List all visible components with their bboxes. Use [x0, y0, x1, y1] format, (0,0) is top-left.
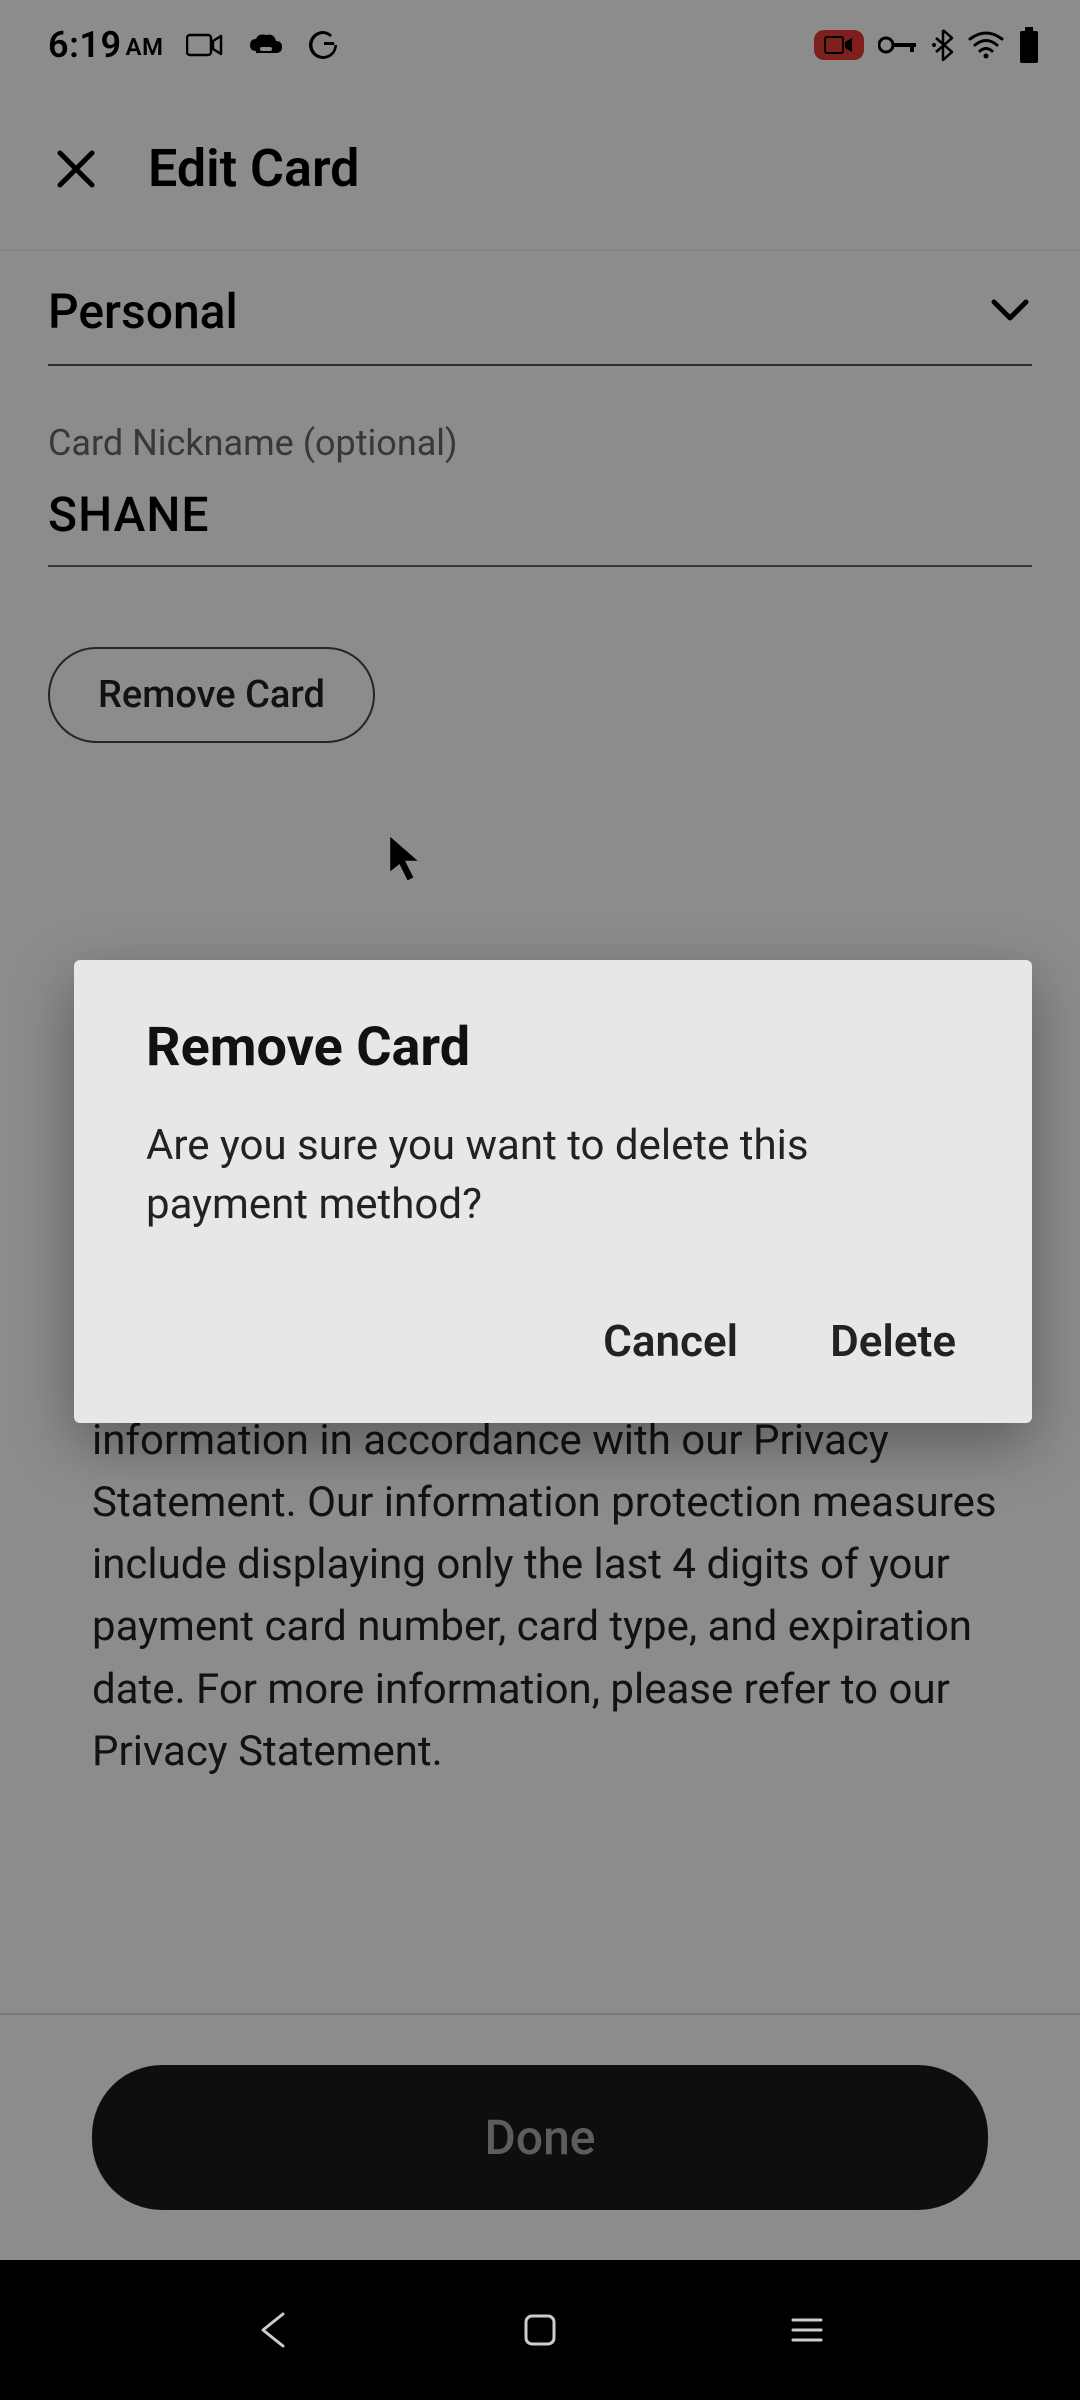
- close-icon: [54, 147, 98, 191]
- vpn-key-icon: [878, 34, 918, 56]
- nickname-input[interactable]: [48, 476, 1032, 567]
- menu-icon: [789, 2315, 825, 2345]
- card-type-dropdown[interactable]: Personal: [48, 261, 1032, 366]
- home-icon: [522, 2312, 558, 2348]
- form-area: Personal Card Nickname (optional) Remove…: [0, 251, 1080, 743]
- recent-button[interactable]: [777, 2300, 837, 2360]
- back-icon: [255, 2310, 291, 2350]
- cursor-icon: [385, 830, 429, 892]
- dialog-actions: Cancel Delete: [146, 1315, 960, 1383]
- bluetooth-icon: [932, 28, 954, 62]
- card-type-value: Personal: [48, 283, 238, 340]
- page-title: Edit Card: [148, 138, 359, 199]
- privacy-text: information in accordance with our Priva…: [92, 1410, 1022, 1783]
- status-time: 6:19AM: [48, 24, 164, 66]
- header: Edit Card: [0, 90, 1080, 249]
- time-value: 6:19: [48, 24, 122, 66]
- remove-card-button[interactable]: Remove Card: [48, 647, 375, 743]
- status-right: [814, 27, 1040, 63]
- cloud-icon: [246, 31, 284, 59]
- chevron-down-icon: [988, 296, 1032, 328]
- time-ampm: AM: [126, 33, 164, 61]
- system-nav-bar: [0, 2260, 1080, 2400]
- home-button[interactable]: [510, 2300, 570, 2360]
- cancel-button[interactable]: Cancel: [603, 1315, 738, 1367]
- footer: Done: [0, 2013, 1080, 2260]
- dialog-title: Remove Card: [146, 1016, 960, 1079]
- remove-card-dialog: Remove Card Are you sure you want to del…: [74, 960, 1032, 1423]
- status-bar: 6:19AM: [0, 0, 1080, 90]
- delete-button[interactable]: Delete: [830, 1315, 956, 1367]
- close-button[interactable]: [48, 141, 104, 197]
- dialog-message: Are you sure you want to delete this pay…: [146, 1117, 960, 1235]
- nickname-label: Card Nickname (optional): [48, 422, 1032, 464]
- camera-icon: [186, 31, 224, 59]
- status-left: 6:19AM: [48, 24, 340, 66]
- wifi-icon: [968, 31, 1004, 59]
- battery-icon: [1018, 27, 1040, 63]
- back-button[interactable]: [243, 2300, 303, 2360]
- google-icon: [306, 28, 340, 62]
- recording-badge-icon: [814, 30, 864, 60]
- done-button[interactable]: Done: [92, 2065, 988, 2210]
